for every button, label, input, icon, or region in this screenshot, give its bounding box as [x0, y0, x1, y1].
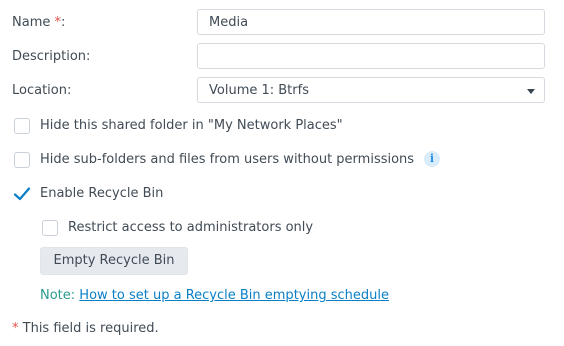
name-label-colon: :	[61, 15, 66, 30]
location-label: Location:	[12, 83, 72, 98]
required-field-text: This field is required.	[22, 321, 159, 336]
chevron-down-icon[interactable]	[527, 89, 535, 94]
restrict-admin-label[interactable]: Restrict access to administrators only	[68, 219, 313, 237]
enable-recycle-bin-checkbox[interactable]	[13, 185, 31, 203]
hide-subfolders-checkbox[interactable]	[14, 152, 30, 168]
name-input-value: Media	[209, 15, 249, 30]
description-label: Description:	[12, 49, 91, 64]
location-select-value: Volume 1: Btrfs	[209, 83, 309, 98]
info-icon[interactable]: i	[424, 151, 440, 167]
name-input[interactable]: Media	[197, 9, 545, 35]
name-label-text: Name	[12, 15, 51, 30]
note-label: Note:	[40, 288, 76, 303]
location-select[interactable]: Volume 1: Btrfs	[197, 77, 545, 103]
required-asterisk: *	[12, 321, 19, 336]
note: Note: How to set up a Recycle Bin emptyi…	[40, 287, 389, 305]
empty-recycle-bin-button[interactable]: Empty Recycle Bin	[40, 247, 188, 275]
hide-network-places-label[interactable]: Hide this shared folder in "My Network P…	[40, 117, 343, 135]
required-field-note: * This field is required.	[12, 320, 159, 338]
enable-recycle-bin-label[interactable]: Enable Recycle Bin	[40, 185, 163, 203]
checkmark-icon	[13, 187, 31, 201]
recycle-bin-schedule-link[interactable]: How to set up a Recycle Bin emptying sch…	[79, 288, 389, 303]
hide-network-places-checkbox[interactable]	[14, 118, 30, 134]
description-input[interactable]	[197, 43, 545, 69]
restrict-admin-checkbox[interactable]	[42, 220, 58, 236]
name-label: Name *:	[12, 14, 65, 32]
hide-subfolders-label[interactable]: Hide sub-folders and files from users wi…	[40, 151, 414, 169]
